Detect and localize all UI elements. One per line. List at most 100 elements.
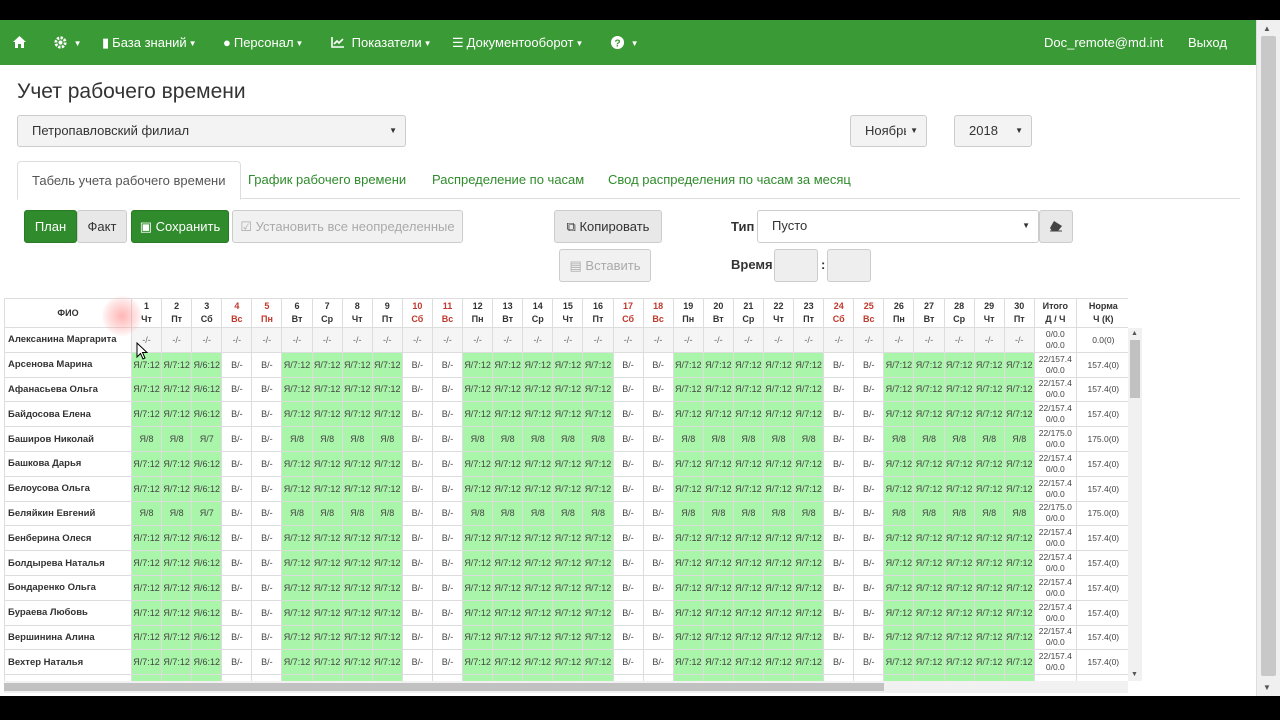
day-cell[interactable]: Я/8 xyxy=(552,500,584,527)
day-cell[interactable]: Я/8 xyxy=(492,500,524,527)
day-cell[interactable]: Я/7:12 xyxy=(281,624,313,651)
day-cell[interactable]: В/- xyxy=(853,426,885,452)
day-cell[interactable]: Я/7:12 xyxy=(582,574,614,601)
day-cell[interactable]: В/- xyxy=(221,599,253,626)
day-cell[interactable]: Я/7:12 xyxy=(762,525,795,552)
day-cell[interactable]: Я/7:12 xyxy=(943,376,975,403)
table-hscroll-thumb[interactable] xyxy=(4,683,884,691)
day-cell[interactable]: Я/7:12 xyxy=(522,401,554,428)
day-cell[interactable]: Я/7:12 xyxy=(522,624,554,651)
day-cell[interactable]: В/- xyxy=(431,376,464,403)
day-cell[interactable]: В/- xyxy=(431,351,464,378)
day-cell[interactable]: Я/7:12 xyxy=(883,401,915,428)
day-cell[interactable]: Я/7:12 xyxy=(130,574,163,601)
day-cell[interactable]: Я/7:12 xyxy=(702,550,734,576)
day-cell[interactable]: Я/7:12 xyxy=(522,599,554,626)
day-cell[interactable]: Я/7:12 xyxy=(702,599,734,626)
day-cell[interactable]: В/- xyxy=(251,426,283,452)
day-cell[interactable]: Я/7:12 xyxy=(1003,599,1035,626)
day-cell[interactable]: Я/7:12 xyxy=(492,649,524,676)
day-cell[interactable]: Я/7:12 xyxy=(732,550,764,576)
day-cell[interactable]: Я/7:12 xyxy=(973,624,1005,651)
day-cell[interactable]: Я/7:12 xyxy=(943,599,975,626)
day-cell[interactable]: Я/7:12 xyxy=(762,599,795,626)
day-cell[interactable]: Я/7:12 xyxy=(672,525,704,552)
day-cell[interactable]: В/- xyxy=(612,376,644,403)
day-cell[interactable]: Я/7:12 xyxy=(130,550,163,576)
day-cell[interactable]: -/- xyxy=(642,327,674,353)
nav-personnel[interactable]: ● Персонал ▼ xyxy=(223,20,303,65)
day-cell[interactable]: -/- xyxy=(522,327,554,353)
day-cell[interactable]: Я/7:12 xyxy=(552,351,584,378)
day-cell[interactable]: Я/7:12 xyxy=(793,475,825,502)
day-cell[interactable]: Я/7:12 xyxy=(1003,376,1035,403)
day-cell[interactable]: Я/7:12 xyxy=(341,351,373,378)
day-cell[interactable]: В/- xyxy=(853,525,885,552)
day-cell[interactable]: Я/6:12 xyxy=(191,450,223,477)
day-cell[interactable]: Я/8 xyxy=(161,500,193,527)
scroll-up-icon[interactable]: ▲ xyxy=(1131,330,1138,337)
day-cell[interactable]: Я/7:12 xyxy=(161,550,193,576)
day-cell[interactable]: В/- xyxy=(823,475,855,502)
day-cell[interactable]: Я/6:12 xyxy=(191,351,223,378)
settings-menu[interactable]: ▼ xyxy=(53,20,82,65)
day-cell[interactable]: Я/8 xyxy=(732,500,764,527)
day-cell[interactable]: Я/7:12 xyxy=(913,649,945,676)
day-cell[interactable]: В/- xyxy=(612,401,644,428)
day-cell[interactable]: В/- xyxy=(853,649,885,676)
day-cell[interactable]: В/- xyxy=(823,574,855,601)
day-cell[interactable]: В/- xyxy=(401,574,433,601)
day-cell[interactable]: Я/7:12 xyxy=(552,599,584,626)
day-cell[interactable]: Я/7:12 xyxy=(552,574,584,601)
day-cell[interactable]: Я/8 xyxy=(311,426,343,452)
day-cell[interactable]: В/- xyxy=(221,475,253,502)
day-cell[interactable]: Я/7:12 xyxy=(913,525,945,552)
day-cell[interactable]: Я/7:12 xyxy=(462,351,494,378)
day-cell[interactable]: В/- xyxy=(642,649,674,676)
day-cell[interactable]: Я/7:12 xyxy=(793,351,825,378)
set-all-undefined-button[interactable]: ☑ Установить все неопределенные xyxy=(232,210,463,243)
day-cell[interactable]: Я/7:12 xyxy=(943,624,975,651)
day-cell[interactable]: Я/7:12 xyxy=(762,475,795,502)
day-cell[interactable]: Я/7:12 xyxy=(1003,624,1035,651)
day-cell[interactable]: В/- xyxy=(401,351,433,378)
day-cell[interactable]: В/- xyxy=(401,426,433,452)
day-cell[interactable]: Я/7:12 xyxy=(943,525,975,552)
day-cell[interactable]: Я/7:12 xyxy=(161,525,193,552)
day-cell[interactable]: В/- xyxy=(251,401,283,428)
day-cell[interactable]: Я/7:12 xyxy=(1003,450,1035,477)
day-cell[interactable]: Я/7:12 xyxy=(672,574,704,601)
day-cell[interactable]: Я/7:12 xyxy=(793,574,825,601)
day-cell[interactable]: Я/8 xyxy=(702,500,734,527)
day-cell[interactable]: Я/7:12 xyxy=(762,574,795,601)
day-cell[interactable]: Я/7:12 xyxy=(371,376,403,403)
day-cell[interactable]: В/- xyxy=(221,574,253,601)
day-cell[interactable]: Я/7:12 xyxy=(281,475,313,502)
day-cell[interactable]: Я/7:12 xyxy=(371,525,403,552)
day-cell[interactable]: Я/7:12 xyxy=(973,649,1005,676)
day-cell[interactable]: Я/7:12 xyxy=(371,351,403,378)
time-minutes-input[interactable] xyxy=(827,249,871,282)
day-cell[interactable]: Я/7:12 xyxy=(161,376,193,403)
day-cell[interactable]: -/- xyxy=(943,327,975,353)
day-cell[interactable]: -/- xyxy=(281,327,313,353)
day-cell[interactable]: В/- xyxy=(823,401,855,428)
day-cell[interactable]: В/- xyxy=(401,500,433,527)
day-cell[interactable]: Я/8 xyxy=(1003,500,1035,527)
day-cell[interactable]: В/- xyxy=(221,376,253,403)
day-cell[interactable]: Я/7:12 xyxy=(371,624,403,651)
day-cell[interactable]: В/- xyxy=(251,624,283,651)
day-cell[interactable]: Я/7 xyxy=(191,426,223,452)
day-cell[interactable]: Я/7:12 xyxy=(582,525,614,552)
day-cell[interactable]: Я/8 xyxy=(522,500,554,527)
day-cell[interactable]: Я/7:12 xyxy=(161,649,193,676)
day-cell[interactable]: В/- xyxy=(431,649,464,676)
day-cell[interactable]: Я/6:12 xyxy=(191,401,223,428)
day-cell[interactable]: В/- xyxy=(642,550,674,576)
day-cell[interactable]: В/- xyxy=(431,599,464,626)
day-cell[interactable]: Я/8 xyxy=(672,500,704,527)
day-cell[interactable]: Я/7:12 xyxy=(973,351,1005,378)
day-cell[interactable]: Я/7:12 xyxy=(311,450,343,477)
day-cell[interactable]: Я/7:12 xyxy=(130,649,163,676)
day-cell[interactable]: В/- xyxy=(853,475,885,502)
